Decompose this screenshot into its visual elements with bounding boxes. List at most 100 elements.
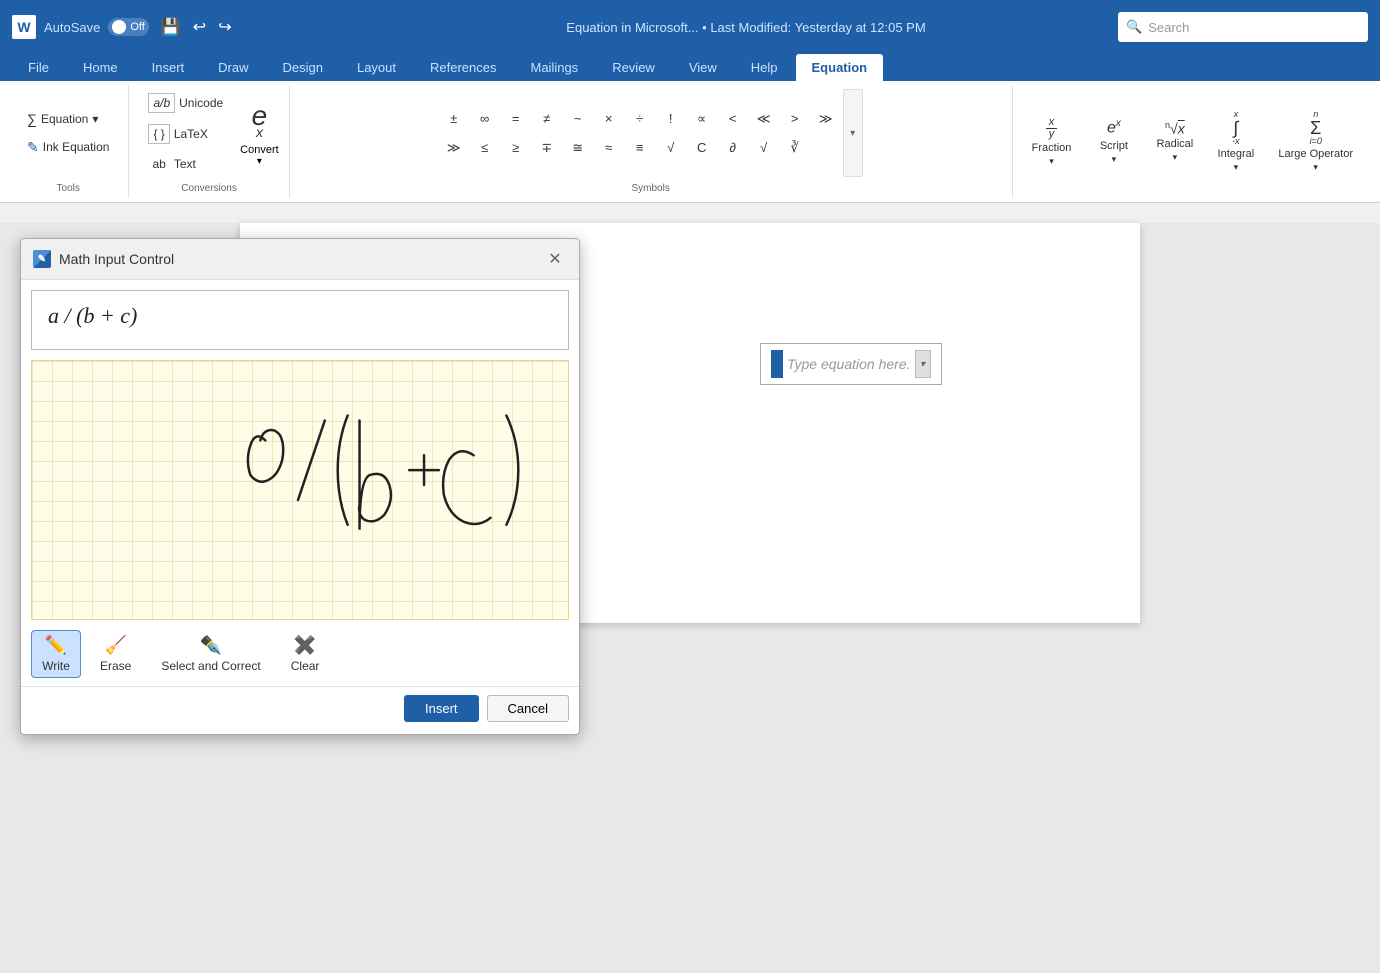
dialog-title-icon: ✎: [33, 250, 51, 268]
tab-view[interactable]: View: [673, 54, 733, 81]
conversions-buttons: a/b Unicode { } LaTeX ab Text: [139, 89, 232, 177]
app-icon: W: [12, 15, 36, 39]
text-button[interactable]: ab Text: [139, 151, 232, 177]
clear-icon: ✖️: [294, 635, 316, 656]
integral-dropdown: ▾: [1234, 162, 1239, 173]
tab-file[interactable]: File: [12, 54, 65, 81]
drawing-canvas[interactable]: [31, 360, 569, 620]
convert-dropdown: ▾: [257, 156, 262, 167]
autosave-label: AutoSave: [44, 20, 100, 35]
dialog-title-bar: ✎ Math Input Control ✕: [21, 239, 579, 280]
search-icon: 🔍: [1126, 19, 1142, 35]
dialog-overlay: ✎ Math Input Control ✕ a / (b + c): [0, 223, 1380, 973]
fraction-button[interactable]: x y Fraction ▾: [1023, 89, 1081, 194]
symbols-grid: ± ∞ = ≠ ~ × ÷ ! ∝ < ≪ > ≫ ≫ ≤ ≥ ∓ ≅ ≈ ≡: [439, 105, 841, 162]
structures-section: x y Fraction ▾ ex Script ▾ n√x Radical ▾…: [1013, 85, 1372, 198]
tab-mailings[interactable]: Mailings: [515, 54, 595, 81]
undo-button[interactable]: ↩: [189, 15, 210, 39]
latex-button[interactable]: { } LaTeX: [139, 120, 232, 148]
large-operator-button[interactable]: n Σ i=0 Large Operator ▾: [1269, 89, 1362, 194]
sym-greater[interactable]: >: [780, 105, 810, 133]
dialog-close-button[interactable]: ✕: [543, 247, 567, 271]
equation-icon: ∑: [27, 111, 37, 127]
tab-review[interactable]: Review: [596, 54, 671, 81]
title-bar-left: W AutoSave Off 💾 ↩ ↪: [12, 15, 374, 39]
math-input-dialog: ✎ Math Input Control ✕ a / (b + c): [20, 238, 580, 735]
radical-icon: n√x: [1165, 120, 1185, 137]
tab-help[interactable]: Help: [735, 54, 794, 81]
dialog-toolbar: ✏️ Write 🧹 Erase ✒️ Select and Correct ✖…: [21, 620, 579, 686]
sym-divide[interactable]: ÷: [625, 105, 655, 133]
dialog-title-text: Math Input Control: [59, 251, 174, 267]
sym-minus-plus[interactable]: ∓: [532, 134, 562, 162]
sym-equals[interactable]: =: [501, 105, 531, 133]
sym-partial[interactable]: ∂: [718, 134, 748, 162]
tab-draw[interactable]: Draw: [202, 54, 264, 81]
tools-section: ∑ Equation ▾ ✎ Ink Equation Tools: [8, 85, 129, 198]
sym-much-greater[interactable]: ≫: [811, 105, 841, 133]
integral-button[interactable]: x ∫ -x Integral ▾: [1208, 89, 1263, 194]
autosave-toggle[interactable]: Off: [108, 18, 148, 36]
sym-sqrt2[interactable]: √: [749, 134, 779, 162]
sym-times[interactable]: ×: [594, 105, 624, 133]
symbols-expand[interactable]: ▾: [843, 89, 863, 177]
sym-less-eq[interactable]: ≤: [470, 134, 500, 162]
symbols-label: Symbols: [631, 181, 669, 194]
tab-layout[interactable]: Layout: [341, 54, 412, 81]
symbols-content: ± ∞ = ≠ ~ × ÷ ! ∝ < ≪ > ≫ ≫ ≤ ≥ ∓ ≅ ≈ ≡: [439, 89, 863, 177]
save-button[interactable]: 💾: [157, 15, 185, 39]
write-button[interactable]: ✏️ Write: [31, 630, 81, 678]
dialog-preview: a / (b + c): [31, 290, 569, 350]
sym-congruent[interactable]: ≅: [563, 134, 593, 162]
sym-empty: [811, 134, 841, 162]
tab-equation[interactable]: Equation: [796, 54, 884, 81]
equation-dropdown-icon: ▾: [92, 112, 98, 126]
sym-greater-eq[interactable]: ≥: [501, 134, 531, 162]
ink-equation-button[interactable]: ✎ Ink Equation: [18, 135, 118, 160]
sym-less[interactable]: <: [718, 105, 748, 133]
sym-proportional[interactable]: ∝: [687, 105, 717, 133]
script-icon: ex: [1107, 118, 1121, 137]
search-box[interactable]: 🔍 Search: [1118, 12, 1368, 42]
tab-design[interactable]: Design: [267, 54, 339, 81]
clear-button[interactable]: ✖️ Clear: [280, 630, 331, 678]
insert-button[interactable]: Insert: [404, 695, 479, 722]
radical-button[interactable]: n√x Radical ▾: [1147, 89, 1202, 194]
sym-C[interactable]: C: [687, 134, 717, 162]
fraction-icon: x y: [1046, 117, 1058, 140]
redo-button[interactable]: ↪: [214, 15, 235, 39]
sym-dbl-greater[interactable]: ≫: [439, 134, 469, 162]
tab-references[interactable]: References: [414, 54, 512, 81]
equation-button[interactable]: ∑ Equation ▾: [18, 107, 118, 131]
large-op-dropdown: ▾: [1313, 162, 1318, 173]
sym-approx[interactable]: ≈: [594, 134, 624, 162]
dialog-title-group: ✎ Math Input Control: [33, 250, 174, 268]
script-dropdown: ▾: [1112, 154, 1117, 165]
sym-not-equals[interactable]: ≠: [532, 105, 562, 133]
unicode-button[interactable]: a/b Unicode: [139, 89, 232, 117]
latex-icon: { }: [148, 124, 169, 144]
script-button[interactable]: ex Script ▾: [1086, 89, 1141, 194]
sym-plus-minus[interactable]: ±: [439, 105, 469, 133]
ribbon-tabs: File Home Insert Draw Design Layout Refe…: [0, 54, 1380, 81]
sym-identical[interactable]: ≡: [625, 134, 655, 162]
select-correct-icon: ✒️: [200, 635, 222, 656]
sym-much-less[interactable]: ≪: [749, 105, 779, 133]
symbols-section: ± ∞ = ≠ ~ × ÷ ! ∝ < ≪ > ≫ ≫ ≤ ≥ ∓ ≅ ≈ ≡: [290, 85, 1013, 198]
sym-infinity[interactable]: ∞: [470, 105, 500, 133]
title-bar: W AutoSave Off 💾 ↩ ↪ Equation in Microso…: [0, 0, 1380, 54]
cancel-button[interactable]: Cancel: [487, 695, 569, 722]
sym-cbrt[interactable]: ∛: [780, 134, 810, 162]
sym-tilde[interactable]: ~: [563, 105, 593, 133]
sym-exclaim[interactable]: !: [656, 105, 686, 133]
structures-group: x y Fraction ▾ ex Script ▾ n√x Radical ▾…: [1023, 89, 1362, 194]
dialog-footer: Insert Cancel: [21, 686, 579, 734]
erase-icon: 🧹: [104, 635, 126, 656]
tab-insert[interactable]: Insert: [136, 54, 201, 81]
text-icon: ab: [148, 155, 169, 173]
erase-button[interactable]: 🧹 Erase: [89, 630, 142, 678]
tab-home[interactable]: Home: [67, 54, 134, 81]
sym-sqrt[interactable]: √: [656, 134, 686, 162]
select-correct-button[interactable]: ✒️ Select and Correct: [150, 630, 271, 678]
ribbon: ∑ Equation ▾ ✎ Ink Equation Tools a/b Un…: [0, 81, 1380, 203]
